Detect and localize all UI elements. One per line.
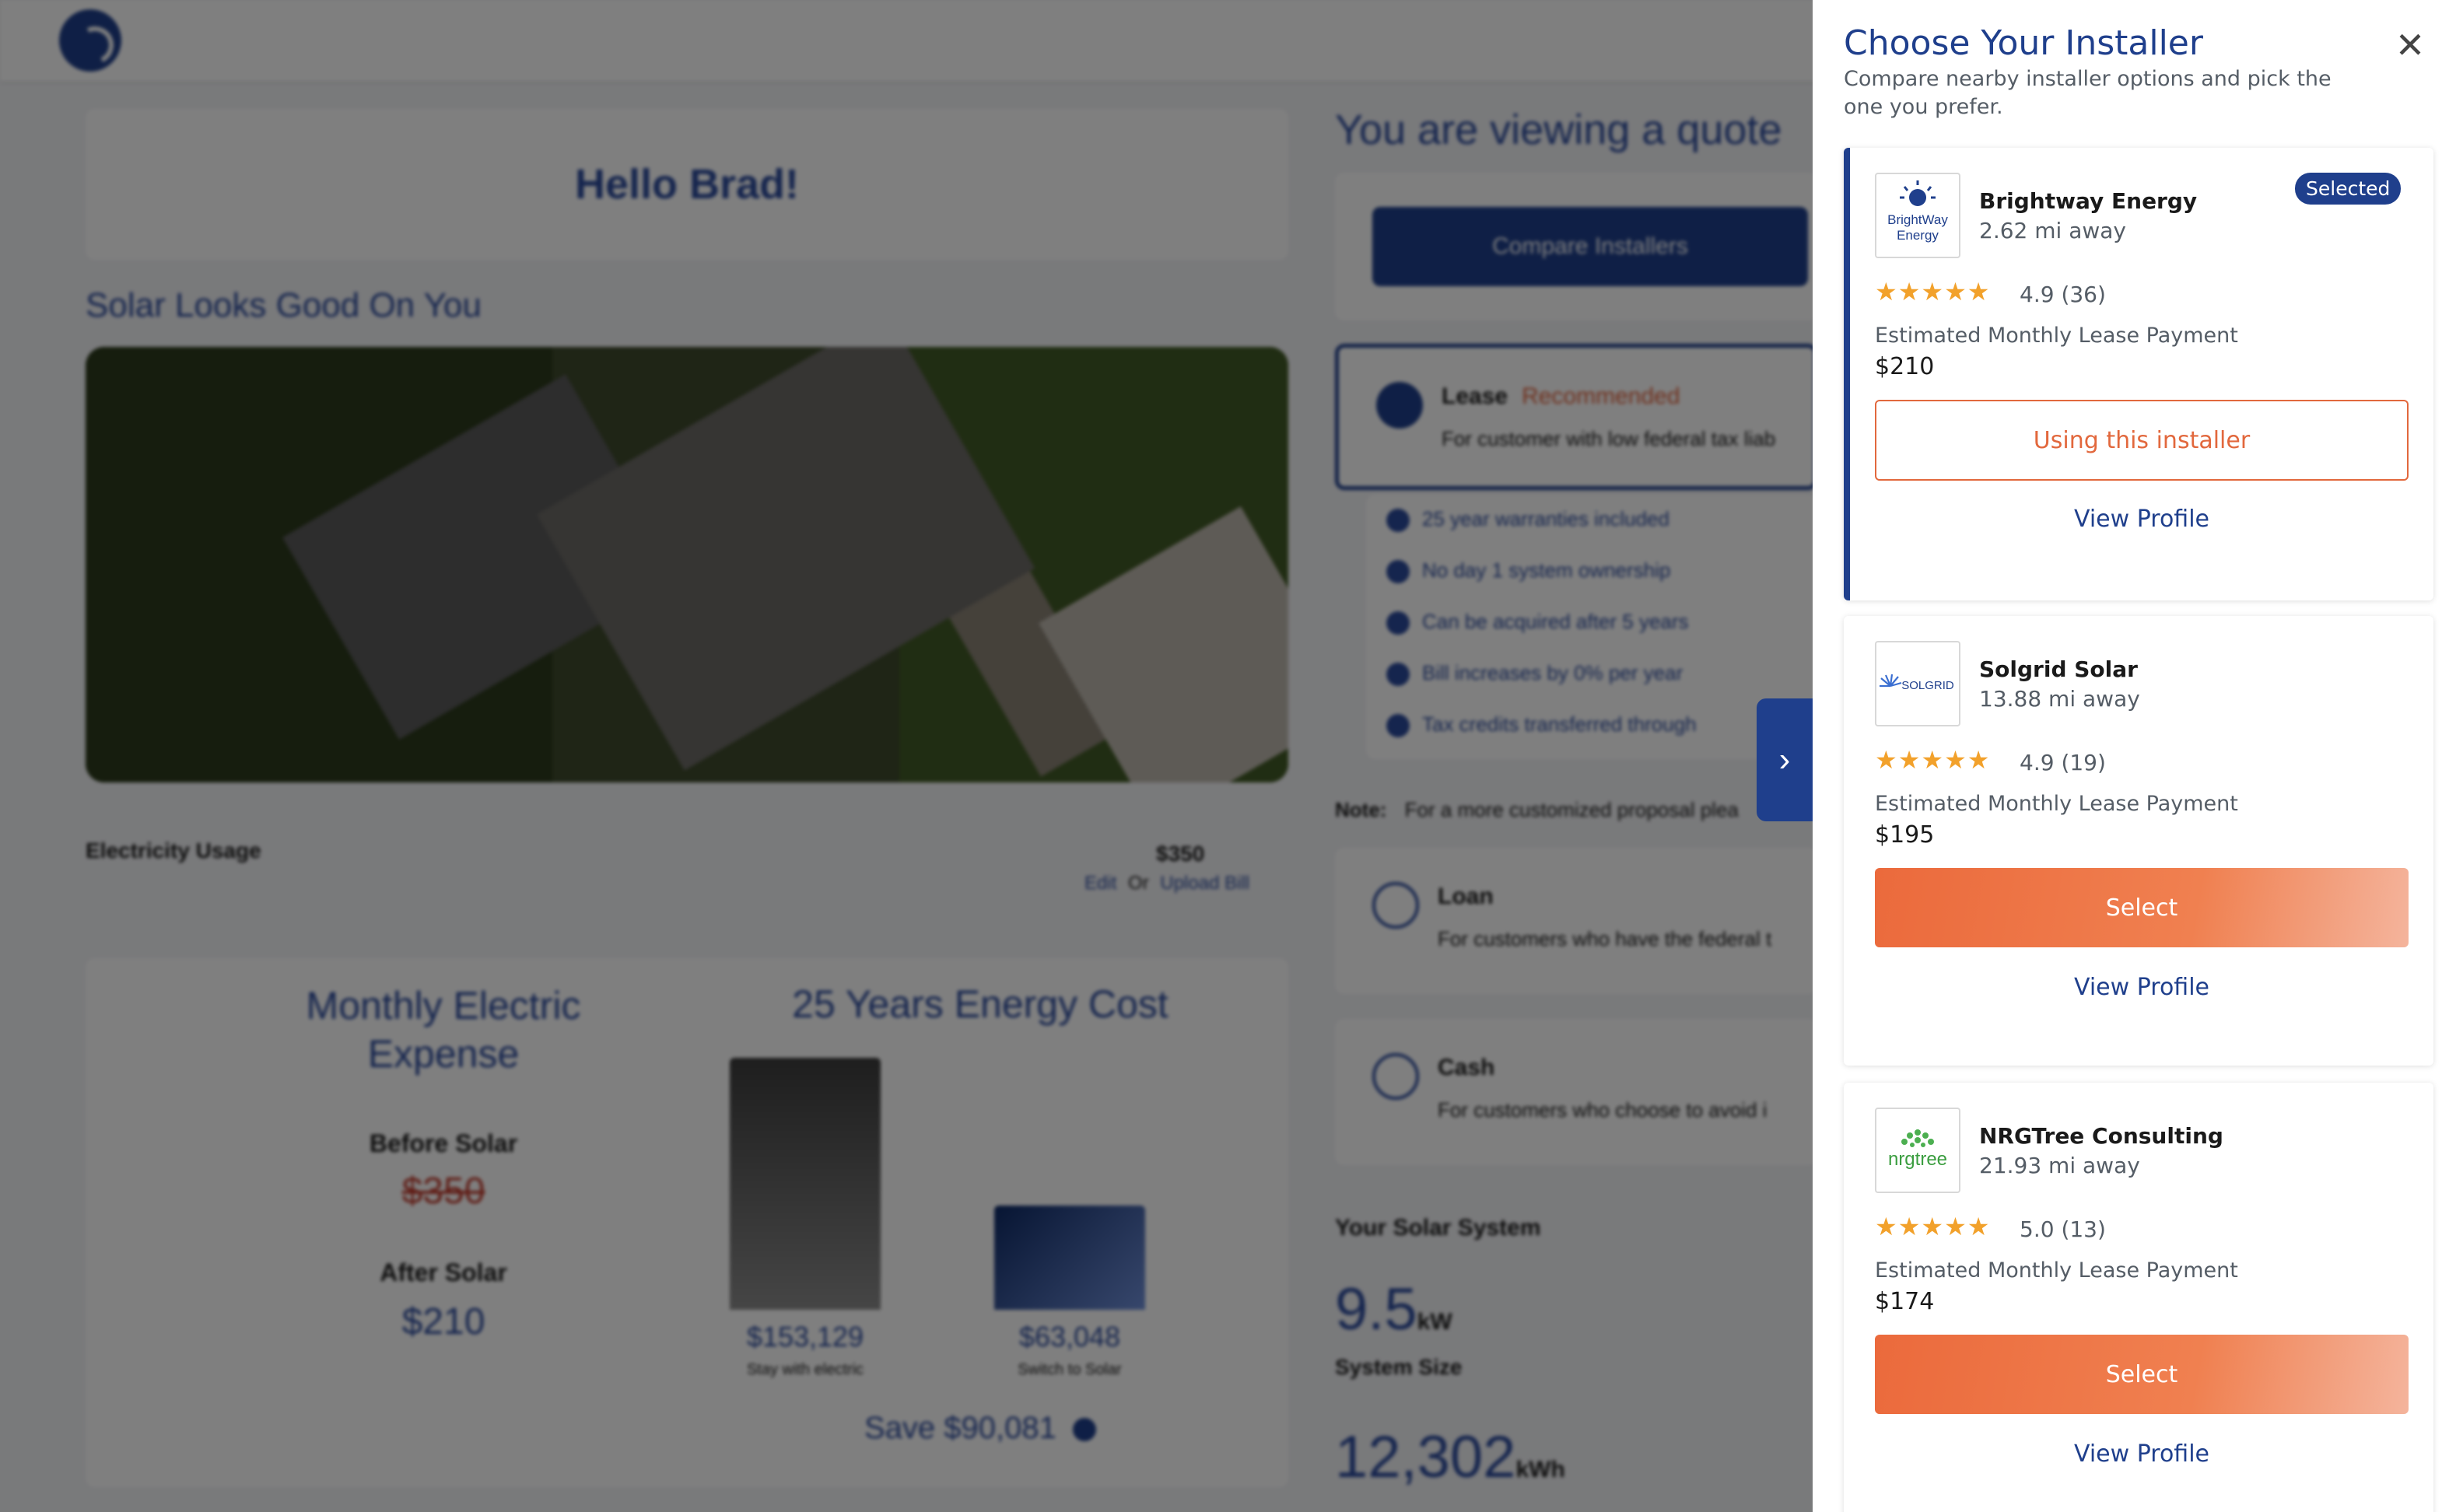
review-count: (13) xyxy=(2061,1216,2106,1242)
solgrid-logo-icon: SOLGRID xyxy=(1880,674,1954,692)
nrgtree-logo: nrgtree xyxy=(1875,1108,1960,1193)
installer-card-solgrid: SOLGRID Solgrid Solar 13.88 mi away ★★★★… xyxy=(1844,616,2433,1066)
installer-distance: 13.88 mi away xyxy=(1979,686,2140,712)
review-count: (36) xyxy=(2061,282,2106,307)
installer-name: Brightway Energy xyxy=(1979,188,2198,214)
logo-text: Energy xyxy=(1897,228,1939,243)
nrgtree-logo-icon: nrgtree xyxy=(1888,1129,1947,1170)
view-profile-link[interactable]: View Profile xyxy=(1875,974,2409,1001)
installer-distance: 21.93 mi away xyxy=(1979,1153,2140,1178)
payment-value: $174 xyxy=(1875,1288,1935,1315)
brightway-logo-icon: BrightWay Energy xyxy=(1887,180,1948,243)
rating-value: 4.9 xyxy=(2020,750,2055,775)
select-installer-button[interactable]: Select xyxy=(1875,868,2409,947)
rating-text: 4.9 (19) xyxy=(2020,750,2106,775)
brightway-logo: BrightWay Energy xyxy=(1875,173,1960,258)
logo-text: nrgtree xyxy=(1888,1149,1947,1170)
payment-label: Estimated Monthly Lease Payment xyxy=(1875,324,2238,348)
close-button[interactable]: ✕ xyxy=(2388,23,2432,67)
drawer-title: Choose Your Installer xyxy=(1844,23,2203,63)
logo-text: BrightWay xyxy=(1887,212,1948,227)
installer-distance: 2.62 mi away xyxy=(1979,218,2126,243)
rating-value: 5.0 xyxy=(2020,1216,2055,1242)
star-rating-icon: ★★★★★ xyxy=(1875,745,1991,775)
star-rating-icon: ★★★★★ xyxy=(1875,277,1991,306)
view-profile-link[interactable]: View Profile xyxy=(1875,1440,2409,1468)
rating-text: 5.0 (13) xyxy=(2020,1216,2106,1242)
close-icon: ✕ xyxy=(2395,24,2426,66)
choose-installer-drawer: Choose Your Installer Compare nearby ins… xyxy=(1813,0,2449,1512)
select-installer-button[interactable]: Select xyxy=(1875,1335,2409,1414)
view-profile-link[interactable]: View Profile xyxy=(1875,506,2409,533)
chevron-right-icon: › xyxy=(1778,740,1791,779)
selected-badge: Selected xyxy=(2295,173,2402,205)
installer-card-brightway: BrightWay Energy Brightway Energy 2.62 m… xyxy=(1844,148,2433,600)
rating-text: 4.9 (36) xyxy=(2020,282,2106,307)
logo-text: SOLGRID xyxy=(1901,679,1954,692)
rating-value: 4.9 xyxy=(2020,282,2055,307)
payment-value: $210 xyxy=(1875,353,1935,380)
payment-value: $195 xyxy=(1875,821,1935,849)
installer-name: NRGTree Consulting xyxy=(1979,1123,2223,1149)
review-count: (19) xyxy=(2061,750,2106,775)
drawer-toggle-button[interactable]: › xyxy=(1757,698,1813,821)
installer-name: Solgrid Solar xyxy=(1979,656,2138,682)
drawer-subtitle: Compare nearby installer options and pic… xyxy=(1844,67,2332,119)
using-installer-button[interactable]: Using this installer xyxy=(1875,400,2409,481)
payment-label: Estimated Monthly Lease Payment xyxy=(1875,1258,2238,1283)
star-rating-icon: ★★★★★ xyxy=(1875,1212,1991,1241)
payment-label: Estimated Monthly Lease Payment xyxy=(1875,792,2238,816)
solgrid-logo: SOLGRID xyxy=(1875,641,1960,726)
installer-card-nrgtree: nrgtree NRGTree Consulting 21.93 mi away… xyxy=(1844,1083,2433,1512)
